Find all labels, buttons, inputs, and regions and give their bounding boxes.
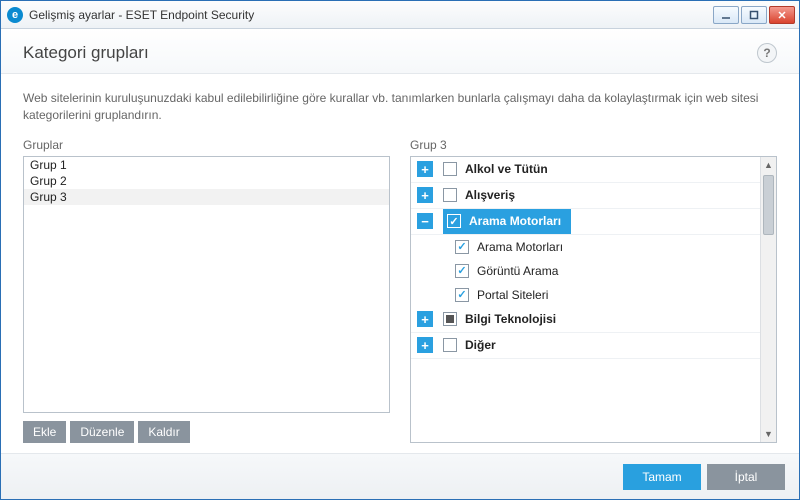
groups-column: Gruplar Grup 1Grup 2Grup 3 Ekle Düzenle … (23, 138, 390, 443)
app-logo-icon: e (7, 7, 23, 23)
tree-row[interactable]: + Alışveriş (411, 183, 760, 209)
scroll-thumb[interactable] (763, 175, 774, 235)
dialog-window: e Gelişmiş ayarlar - ESET Endpoint Secur… (0, 0, 800, 500)
tree-row[interactable]: + Diğer (411, 333, 760, 359)
groups-listbox[interactable]: Grup 1Grup 2Grup 3 (23, 156, 390, 413)
checkbox[interactable] (455, 264, 469, 278)
page-title: Kategori grupları (23, 43, 149, 63)
tree-child-row[interactable]: Görüntü Arama (411, 259, 760, 283)
window-controls (713, 6, 795, 24)
expand-icon[interactable]: + (417, 311, 433, 327)
dialog-footer: Tamam İptal (1, 453, 799, 499)
expand-icon[interactable]: + (417, 161, 433, 177)
tree-row-label: Arama Motorları (469, 214, 561, 228)
checkbox[interactable] (455, 288, 469, 302)
tree-row-label: Alkol ve Tütün (465, 162, 548, 176)
tree-row-label: Arama Motorları (477, 240, 563, 254)
help-button[interactable]: ? (757, 43, 777, 63)
group-item[interactable]: Grup 1 (24, 157, 389, 173)
expand-icon[interactable]: + (417, 337, 433, 353)
dialog-body: Web sitelerinin kuruluşunuzdaki kabul ed… (1, 74, 799, 453)
window-title: Gelişmiş ayarlar - ESET Endpoint Securit… (29, 8, 713, 22)
description-text: Web sitelerinin kuruluşunuzdaki kabul ed… (23, 90, 777, 124)
scroll-down-icon[interactable]: ▼ (761, 426, 776, 442)
tree-row-label: Portal Siteleri (477, 288, 548, 302)
minimize-button[interactable] (713, 6, 739, 24)
titlebar: e Gelişmiş ayarlar - ESET Endpoint Secur… (1, 1, 799, 29)
tree-row-label: Alışveriş (465, 188, 515, 202)
remove-button[interactable]: Kaldır (138, 421, 189, 443)
tree-row[interactable]: + Bilgi Teknolojisi (411, 307, 760, 333)
ok-button[interactable]: Tamam (623, 464, 701, 490)
close-button[interactable] (769, 6, 795, 24)
expand-icon[interactable]: + (417, 187, 433, 203)
tree-row-label: Bilgi Teknolojisi (465, 312, 556, 326)
checkbox[interactable] (443, 188, 457, 202)
maximize-button[interactable] (741, 6, 767, 24)
tree-row-label: Görüntü Arama (477, 264, 558, 278)
scrollbar[interactable]: ▲ ▼ (760, 157, 776, 442)
checkbox[interactable] (443, 312, 457, 326)
group-buttons: Ekle Düzenle Kaldır (23, 421, 390, 443)
groups-label: Gruplar (23, 138, 390, 152)
tree-row-label: Diğer (465, 338, 496, 352)
detail-column: Grup 3 + Alkol ve Tütün + Alışveriş − Arama M… (410, 138, 777, 443)
cancel-button[interactable]: İptal (707, 464, 785, 490)
group-item[interactable]: Grup 3 (24, 189, 389, 205)
collapse-icon[interactable]: − (417, 213, 433, 229)
checkbox[interactable] (447, 214, 461, 228)
category-tree[interactable]: + Alkol ve Tütün + Alışveriş − Arama Motorlar… (410, 156, 777, 443)
dialog-header: Kategori grupları ? (1, 29, 799, 74)
tree-child-row[interactable]: Arama Motorları (411, 235, 760, 259)
tree-row[interactable]: − Arama Motorları (411, 209, 760, 235)
scroll-up-icon[interactable]: ▲ (761, 157, 776, 173)
checkbox[interactable] (443, 162, 457, 176)
tree-child-row[interactable]: Portal Siteleri (411, 283, 760, 307)
group-item[interactable]: Grup 2 (24, 173, 389, 189)
checkbox[interactable] (455, 240, 469, 254)
columns: Gruplar Grup 1Grup 2Grup 3 Ekle Düzenle … (23, 138, 777, 443)
tree-row[interactable]: + Alkol ve Tütün (411, 157, 760, 183)
detail-label: Grup 3 (410, 138, 777, 152)
checkbox[interactable] (443, 338, 457, 352)
edit-button[interactable]: Düzenle (70, 421, 134, 443)
add-button[interactable]: Ekle (23, 421, 66, 443)
